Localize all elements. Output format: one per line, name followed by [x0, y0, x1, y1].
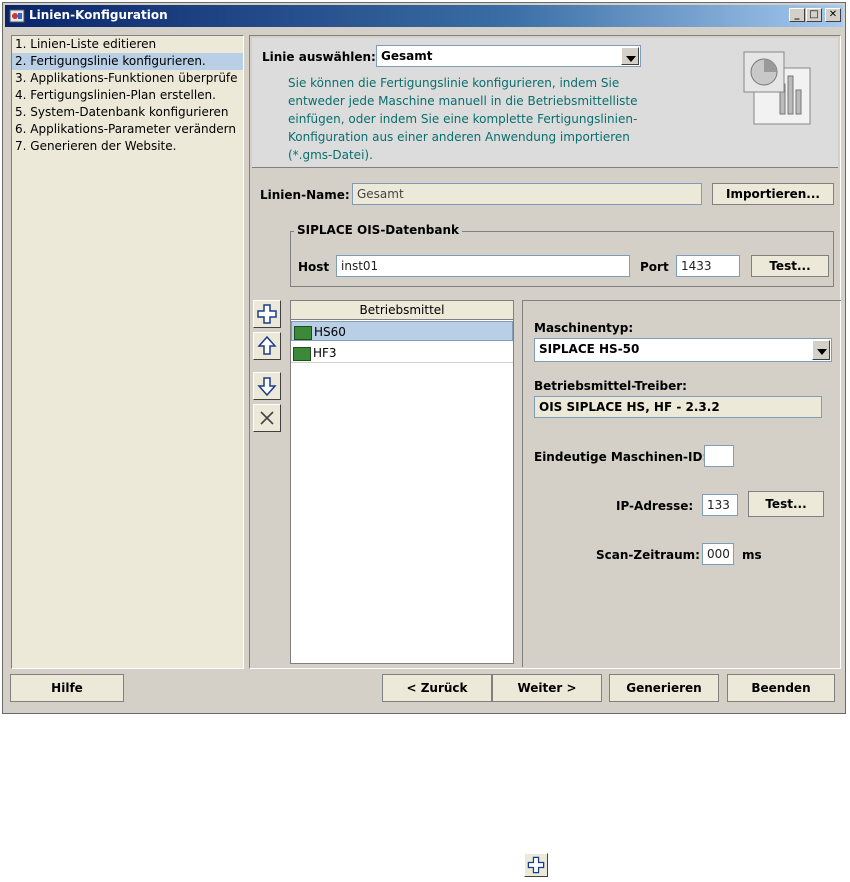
import-button[interactable]: Importieren... [712, 183, 834, 205]
list-item-label: HS60 [314, 325, 346, 339]
port-label: Port [640, 260, 669, 274]
finish-button[interactable]: Beenden [727, 674, 835, 702]
remove-button[interactable] [253, 404, 281, 432]
help-button[interactable]: Hilfe [10, 674, 124, 702]
scan-label: Scan-Zeitraum: [596, 548, 700, 562]
step-7[interactable]: 7. Generieren der Website. [12, 138, 243, 155]
next-button[interactable]: Weiter > [492, 674, 602, 702]
machine-icon [293, 346, 311, 361]
close-icon [260, 411, 274, 425]
arrow-down-icon [257, 377, 277, 397]
move-down-button[interactable] [253, 372, 281, 400]
step-3[interactable]: 3. Applikations-Funktionen überprüfe [12, 70, 243, 87]
machine-type-select[interactable]: SIPLACE HS-50 [534, 338, 832, 362]
list-item[interactable]: HF3 [291, 343, 513, 363]
step-5[interactable]: 5. System-Datenbank konfigurieren [12, 104, 243, 121]
chart-illustration-icon [743, 51, 811, 125]
arrow-up-icon [257, 335, 277, 355]
steps-panel: 1. Linien-Liste editieren 2. Fertigungsl… [11, 35, 244, 669]
step-6[interactable]: 6. Applikations-Parameter verändern [12, 121, 243, 138]
database-group-title: SIPLACE OIS-Datenbank [294, 223, 462, 237]
window-title: Linien-Konfiguration [29, 8, 168, 22]
scan-input[interactable]: 000 [702, 543, 734, 565]
host-input[interactable]: inst01 [336, 255, 630, 277]
minimize-button[interactable]: _ [789, 8, 805, 22]
plus-icon [527, 856, 545, 874]
add-button[interactable] [253, 300, 281, 328]
move-up-button[interactable] [253, 332, 281, 360]
scan-unit: ms [742, 548, 762, 562]
step-2[interactable]: 2. Fertigungslinie konfigurieren. [12, 53, 243, 70]
host-label: Host [298, 260, 330, 274]
port-input[interactable]: 1433 [676, 255, 740, 277]
machine-id-input[interactable] [704, 445, 734, 467]
resources-list-header: Betriebsmittel [291, 301, 513, 320]
close-button[interactable]: ✕ [825, 8, 841, 22]
ip-input[interactable]: 133 [702, 494, 738, 516]
plus-icon [257, 304, 277, 324]
maximize-button[interactable]: □ [806, 8, 822, 22]
list-item-label: HF3 [313, 346, 337, 360]
machine-icon [294, 325, 312, 340]
info-text: Sie können die Fertigungslinie konfiguri… [288, 76, 638, 162]
header-box: Linie auswählen: Gesamt Sie können die F… [252, 38, 838, 168]
app-window: Linien-Konfiguration _ □ ✕ 1. Linien-Lis… [2, 2, 846, 714]
line-select[interactable]: Gesamt [376, 45, 641, 67]
driver-field: OIS SIPLACE HS, HF - 2.3.2 [534, 396, 822, 418]
generate-button[interactable]: Generieren [609, 674, 719, 702]
line-select-value: Gesamt [381, 49, 433, 63]
chevron-down-icon[interactable] [812, 340, 830, 360]
machine-type-label: Maschinentyp: [534, 321, 634, 335]
config-panel: Linie auswählen: Gesamt Sie können die F… [249, 35, 841, 669]
driver-label: Betriebsmittel-Treiber: [534, 379, 687, 393]
back-button[interactable]: < Zurück [382, 674, 492, 702]
db-test-button[interactable]: Test... [751, 255, 829, 277]
line-select-label: Linie auswählen: [262, 50, 376, 64]
chevron-down-icon[interactable] [621, 47, 639, 65]
title-bar: Linien-Konfiguration _ □ ✕ [5, 5, 843, 27]
machine-id-label: Eindeutige Maschinen-ID: [534, 450, 708, 464]
ip-label: IP-Adresse: [616, 499, 694, 513]
line-name-label: Linien-Name: [260, 188, 350, 202]
add-icon-standalone [524, 853, 548, 877]
line-name-field: Gesamt [352, 183, 702, 205]
app-icon [9, 9, 25, 23]
list-item[interactable]: HS60 [291, 321, 513, 341]
step-4[interactable]: 4. Fertigungslinien-Plan erstellen. [12, 87, 243, 104]
ip-test-button[interactable]: Test... [748, 491, 824, 517]
machine-type-value: SIPLACE HS-50 [539, 342, 640, 356]
resources-list: Betriebsmittel HS60 HF3 [290, 300, 514, 664]
step-1[interactable]: 1. Linien-Liste editieren [12, 36, 243, 53]
